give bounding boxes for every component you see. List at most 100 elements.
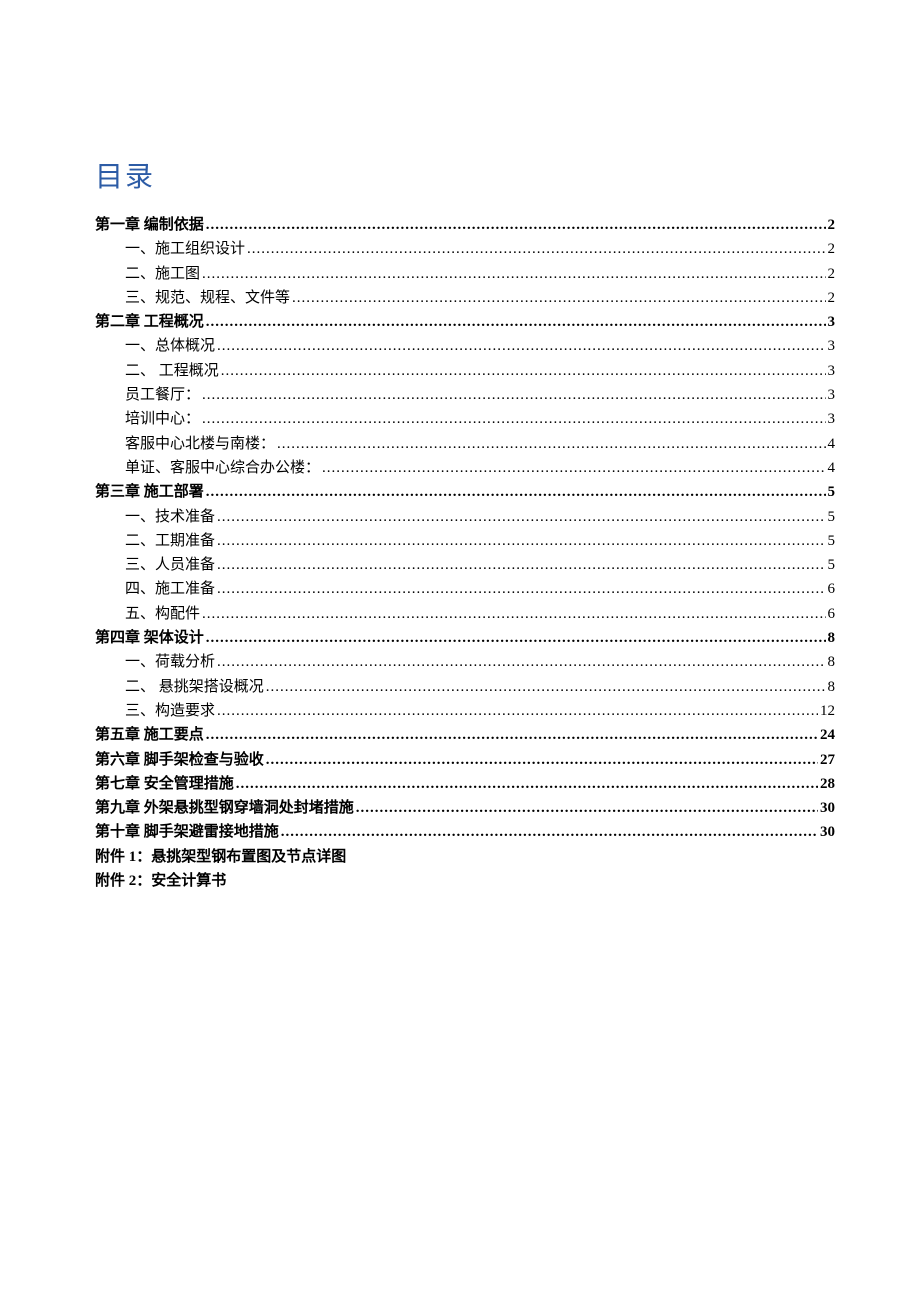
toc-dots	[217, 553, 825, 577]
toc-entry-page: 3	[828, 383, 836, 407]
toc-entry-page: 5	[828, 505, 836, 529]
toc-entry[interactable]: 第六章 脚手架检查与验收 27	[95, 748, 835, 772]
toc-dots	[292, 286, 825, 310]
toc-dots	[202, 383, 825, 407]
toc-entry-page: 3	[828, 407, 836, 431]
toc-entry-text: 四、施工准备	[125, 577, 215, 601]
toc-entry[interactable]: 一、施工组织设计 2	[95, 237, 835, 261]
toc-entry[interactable]: 三、人员准备 5	[95, 553, 835, 577]
toc-entry-text: 二、工期准备	[125, 529, 215, 553]
toc-entry-page: 12	[820, 699, 835, 723]
toc-appendix: 附件 1：悬挑架型钢布置图及节点详图	[95, 845, 835, 869]
toc-entry-page: 2	[828, 237, 836, 261]
toc-entry-text: 一、总体概况	[125, 334, 215, 358]
toc-dots	[221, 359, 826, 383]
toc-entry[interactable]: 一、总体概况 3	[95, 334, 835, 358]
appendix-list: 附件 1：悬挑架型钢布置图及节点详图附件 2：安全计算书	[95, 845, 835, 894]
toc-entry-page: 8	[828, 626, 836, 650]
toc-entry-text: 员工餐厅：	[125, 383, 200, 407]
toc-dots	[202, 602, 825, 626]
toc-entry[interactable]: 二、 悬挑架搭设概况 8	[95, 675, 835, 699]
toc-entry-text: 第九章 外架悬挑型钢穿墙洞处封堵措施	[95, 796, 354, 820]
toc-entry-text: 五、构配件	[125, 602, 200, 626]
toc-entry-text: 三、构造要求	[125, 699, 215, 723]
toc-entry[interactable]: 三、构造要求 12	[95, 699, 835, 723]
toc-entry-text: 二、 工程概况	[125, 359, 219, 383]
toc-dots	[206, 626, 826, 650]
toc-dots	[236, 772, 818, 796]
toc-entry-text: 第三章 施工部署	[95, 480, 204, 504]
toc-dots	[206, 723, 818, 747]
toc-entry[interactable]: 一、技术准备 5	[95, 505, 835, 529]
toc-dots	[217, 505, 825, 529]
toc-dots	[206, 310, 826, 334]
toc-entry[interactable]: 第三章 施工部署 5	[95, 480, 835, 504]
toc-entry-page: 28	[820, 772, 835, 796]
toc-entry-text: 三、人员准备	[125, 553, 215, 577]
toc-entry-page: 24	[820, 723, 835, 747]
toc-entry[interactable]: 第九章 外架悬挑型钢穿墙洞处封堵措施 30	[95, 796, 835, 820]
toc-entry-page: 2	[828, 262, 836, 286]
toc-dots	[281, 820, 818, 844]
toc-entry[interactable]: 第四章 架体设计 8	[95, 626, 835, 650]
toc-entry-page: 30	[820, 796, 835, 820]
toc-entry-text: 二、施工图	[125, 262, 200, 286]
toc-entry-page: 5	[828, 480, 836, 504]
toc-entry[interactable]: 五、构配件 6	[95, 602, 835, 626]
toc-dots	[266, 748, 818, 772]
toc-entry-text: 客服中心北楼与南楼：	[125, 432, 275, 456]
toc-dots	[266, 675, 826, 699]
toc-dots	[217, 650, 825, 674]
toc-entry-text: 单证、客服中心综合办公楼：	[125, 456, 320, 480]
toc-entry-text: 一、荷载分析	[125, 650, 215, 674]
toc-entry[interactable]: 第十章 脚手架避雷接地措施 30	[95, 820, 835, 844]
toc-dots	[356, 796, 818, 820]
toc-entry-text: 第六章 脚手架检查与验收	[95, 748, 264, 772]
toc-entry[interactable]: 四、施工准备 6	[95, 577, 835, 601]
toc-entry[interactable]: 二、工期准备 5	[95, 529, 835, 553]
toc-entry-page: 4	[828, 432, 836, 456]
toc-appendix: 附件 2：安全计算书	[95, 869, 835, 893]
toc-title: 目录	[95, 155, 835, 195]
toc-dots	[202, 262, 825, 286]
toc-entry-page: 3	[828, 359, 836, 383]
toc-entry-text: 一、施工组织设计	[125, 237, 245, 261]
toc-entry-text: 第四章 架体设计	[95, 626, 204, 650]
toc-entry[interactable]: 二、施工图 2	[95, 262, 835, 286]
toc-dots	[217, 334, 825, 358]
toc-entry[interactable]: 一、荷载分析 8	[95, 650, 835, 674]
toc-entry[interactable]: 第五章 施工要点 24	[95, 723, 835, 747]
toc-entry-page: 30	[820, 820, 835, 844]
document-page: 目录 第一章 编制依据 2一、施工组织设计 2二、施工图 2三、规范、规程、文件…	[0, 0, 920, 893]
toc-entry-page: 8	[828, 675, 836, 699]
toc-entry-page: 5	[828, 553, 836, 577]
toc-entry-page: 3	[828, 334, 836, 358]
toc-entry[interactable]: 客服中心北楼与南楼： 4	[95, 432, 835, 456]
toc-entry-text: 第二章 工程概况	[95, 310, 204, 334]
toc-entry-page: 2	[828, 213, 836, 237]
toc-entry[interactable]: 培训中心： 3	[95, 407, 835, 431]
toc-entry-text: 第七章 安全管理措施	[95, 772, 234, 796]
toc-dots	[322, 456, 825, 480]
toc-entry-text: 第十章 脚手架避雷接地措施	[95, 820, 279, 844]
toc-entry[interactable]: 二、 工程概况 3	[95, 359, 835, 383]
toc-entry-text: 三、规范、规程、文件等	[125, 286, 290, 310]
toc-entry-text: 一、技术准备	[125, 505, 215, 529]
toc-entry-page: 6	[828, 602, 836, 626]
toc-list: 第一章 编制依据 2一、施工组织设计 2二、施工图 2三、规范、规程、文件等 2…	[95, 213, 835, 845]
toc-entry[interactable]: 三、规范、规程、文件等 2	[95, 286, 835, 310]
toc-dots	[277, 432, 825, 456]
toc-entry-page: 6	[828, 577, 836, 601]
toc-entry-page: 5	[828, 529, 836, 553]
toc-entry-page: 27	[820, 748, 835, 772]
toc-dots	[202, 407, 825, 431]
toc-entry-text: 二、 悬挑架搭设概况	[125, 675, 264, 699]
toc-dots	[217, 529, 825, 553]
toc-dots	[217, 699, 818, 723]
toc-entry[interactable]: 第七章 安全管理措施 28	[95, 772, 835, 796]
toc-entry[interactable]: 第一章 编制依据 2	[95, 213, 835, 237]
toc-entry[interactable]: 第二章 工程概况 3	[95, 310, 835, 334]
toc-entry[interactable]: 单证、客服中心综合办公楼： 4	[95, 456, 835, 480]
toc-entry[interactable]: 员工餐厅： 3	[95, 383, 835, 407]
toc-dots	[206, 213, 826, 237]
